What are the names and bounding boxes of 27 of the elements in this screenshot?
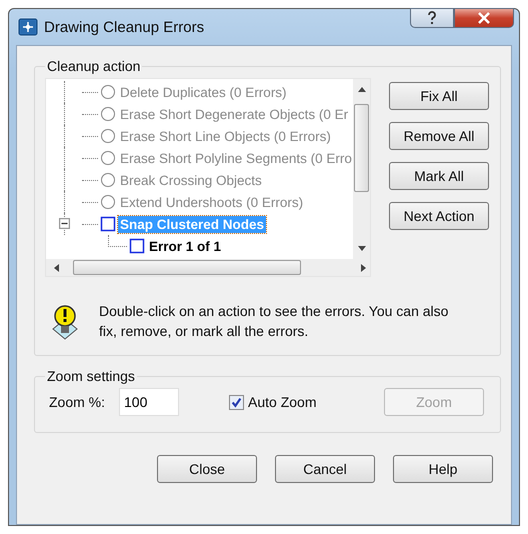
auto-zoom-label: Auto Zoom <box>248 394 316 410</box>
action-button[interactable]: Remove All <box>389 122 489 150</box>
collapse-icon[interactable] <box>59 218 70 229</box>
scroll-left-icon[interactable] <box>54 264 59 272</box>
action-button[interactable]: Next Action <box>389 202 489 230</box>
dialog-button[interactable]: Help <box>393 455 493 483</box>
group-title: Cleanup action <box>46 58 142 74</box>
app-icon <box>18 18 38 36</box>
window-title: Drawing Cleanup Errors <box>44 18 204 36</box>
vertical-scrollbar[interactable] <box>353 79 370 259</box>
action-button[interactable]: Fix All <box>389 82 489 110</box>
square-icon <box>129 238 145 254</box>
action-button[interactable]: Mark All <box>389 162 489 190</box>
dialog-button[interactable]: Close <box>157 455 257 483</box>
zoom-input[interactable]: 100 <box>119 388 179 416</box>
auto-zoom-checkbox[interactable] <box>229 394 244 410</box>
scroll-down-icon[interactable] <box>358 246 366 251</box>
close-icon[interactable] <box>454 8 514 28</box>
dialog-button[interactable]: Cancel <box>275 455 375 483</box>
tree-item[interactable]: Error 1 of 1 <box>147 238 224 254</box>
scroll-right-icon[interactable] <box>361 264 366 272</box>
zoom-label: Zoom %: <box>49 394 106 410</box>
horizontal-scrollbar[interactable] <box>46 259 370 276</box>
group-title: Zoom settings <box>46 368 136 384</box>
scroll-up-icon[interactable] <box>358 87 366 92</box>
help-icon[interactable] <box>410 8 454 28</box>
hint-text: Double-click on an action to see the errors. You can also fix, remove, or mark all the errors. <box>99 302 450 341</box>
